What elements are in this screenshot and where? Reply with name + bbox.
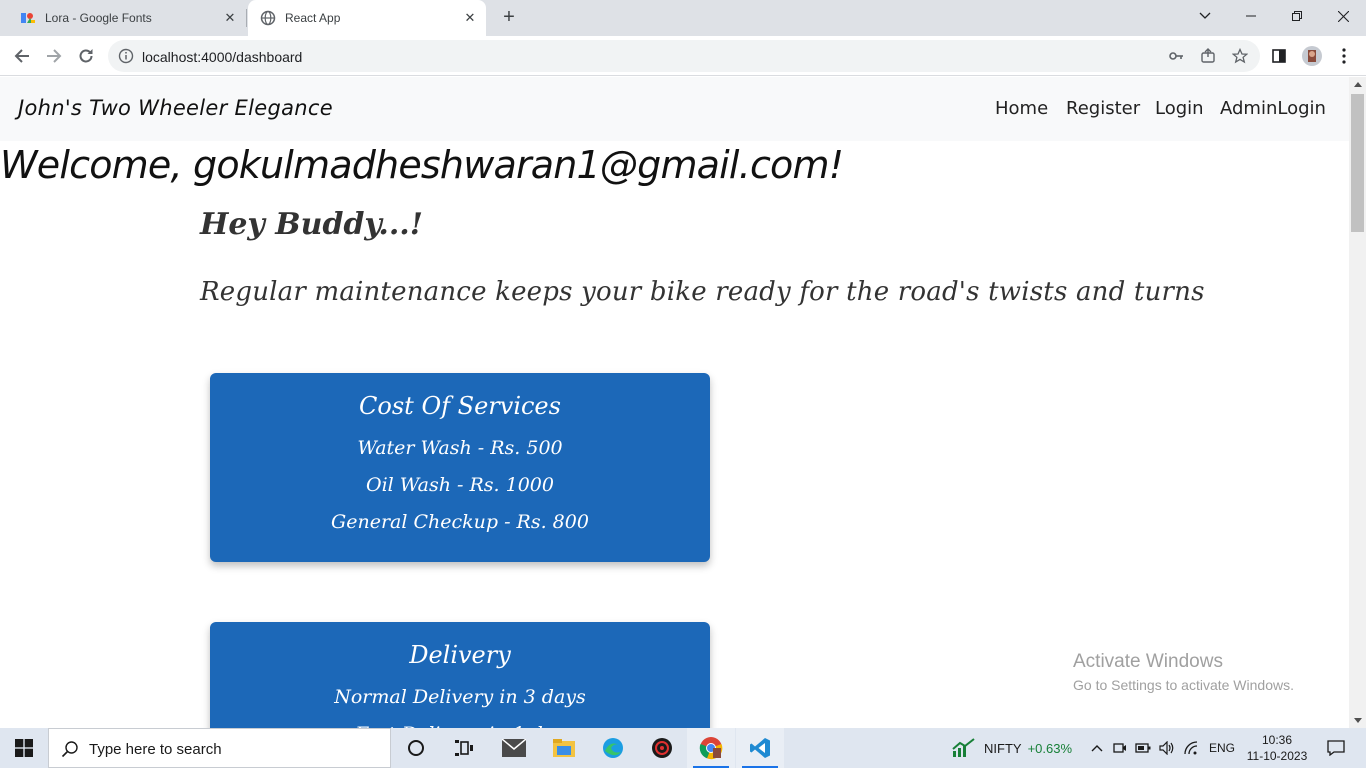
nav-link-home[interactable]: Home [995,98,1048,119]
nav-link-login[interactable]: Login [1155,98,1204,119]
greeting-heading: Hey Buddy...! [200,207,423,242]
nifty-change: +0.63% [1027,740,1073,756]
side-panel-icon[interactable] [1267,44,1291,68]
file-explorer-icon[interactable] [540,728,588,768]
profile-avatar[interactable] [1300,44,1324,68]
cortana-circle-icon[interactable] [392,728,440,768]
battery-icon[interactable] [1135,742,1151,754]
google-fonts-favicon-icon [20,10,36,26]
address-url-text: localhost:4000/dashboard [142,49,303,65]
bookmark-star-icon[interactable] [1231,47,1249,64]
browser-tab-google-fonts[interactable]: Lora - Google Fonts ✕ [8,0,246,36]
search-placeholder: Type here to search [89,741,222,758]
close-tab-icon[interactable]: ✕ [462,10,478,26]
site-brand[interactable]: John's Two Wheeler Elegance [18,96,333,120]
taskbar-search-box[interactable]: Type here to search [48,728,391,768]
delivery-card: Delivery Normal Delivery in 3 days Fast … [210,622,710,728]
nav-link-admin-login[interactable]: AdminLogin [1220,98,1326,119]
windows-start-icon[interactable] [0,728,48,768]
kebab-menu-icon[interactable] [1332,44,1356,68]
card-title: Cost Of Services [359,392,561,420]
address-bar[interactable]: localhost:4000/dashboard [108,40,1260,72]
security-app-icon[interactable] [638,728,686,768]
share-icon[interactable] [1200,48,1216,64]
scrollbar-thumb[interactable] [1351,94,1364,232]
tab-divider [246,9,247,27]
new-tab-plus-icon[interactable]: + [498,7,520,29]
stock-trend-icon [952,738,976,758]
nav-link-register[interactable]: Register [1066,98,1140,119]
minimize-icon[interactable] [1228,0,1274,32]
task-view-icon[interactable] [440,728,488,768]
mail-icon[interactable] [490,728,538,768]
tagline-text: Regular maintenance keeps your bike read… [200,277,1205,307]
watermark-subtitle: Go to Settings to activate Windows. [1073,677,1294,693]
delivery-option-line: Fast Delivery in 1 day [210,716,710,728]
nifty-label: NIFTY [984,740,1022,756]
watermark-title: Activate Windows [1073,651,1223,672]
browser-tabstrip: Lora - Google Fonts ✕ React App ✕ + [0,0,1366,36]
vscode-icon[interactable] [736,728,784,768]
search-icon [61,740,79,758]
browser-toolbar: localhost:4000/dashboard [0,36,1366,76]
language-indicator[interactable]: ENG [1209,741,1235,755]
notification-center-icon[interactable] [1312,728,1360,768]
scroll-down-arrow-icon[interactable] [1354,718,1362,723]
volume-icon[interactable] [1159,741,1175,755]
service-price-line: Oil Wash - Rs. 1000 [366,474,554,496]
page-viewport: John's Two Wheeler Elegance Home Registe… [0,77,1349,728]
site-navbar: John's Two Wheeler Elegance Home Registe… [0,77,1349,141]
service-price-line: General Checkup - Rs. 800 [331,511,589,533]
card-title: Delivery [409,641,511,669]
clock-date: 11-10-2023 [1246,749,1308,763]
close-tab-icon[interactable]: ✕ [222,10,238,26]
close-window-icon[interactable] [1320,0,1366,32]
show-hidden-icons-chevron-icon[interactable] [1091,744,1103,752]
clock-time: 10:36 [1261,733,1293,747]
key-icon[interactable] [1168,48,1184,64]
taskbar-clock[interactable]: 10:36 11-10-2023 [1246,732,1308,764]
nifty-widget[interactable]: NIFTY +0.63% [952,728,1072,768]
edge-browser-icon[interactable] [589,728,637,768]
delivery-option-line: Normal Delivery in 3 days [334,686,586,708]
meet-now-icon[interactable] [1113,741,1127,755]
reload-icon[interactable] [74,44,98,68]
welcome-heading: Welcome, gokulmadheshwaran1@gmail.com! [0,143,844,187]
service-price-line: Water Wash - Rs. 500 [357,437,563,459]
globe-icon [260,10,276,26]
cost-of-services-card: Cost Of Services Water Wash - Rs. 500 Oi… [210,373,710,562]
site-info-icon[interactable] [118,48,134,64]
forward-arrow-icon[interactable] [42,44,66,68]
scroll-up-arrow-icon[interactable] [1354,82,1362,87]
browser-tab-react-app[interactable]: React App ✕ [248,0,486,36]
chrome-browser-icon[interactable] [687,728,735,768]
back-arrow-icon[interactable] [10,44,34,68]
restore-icon[interactable] [1274,0,1320,32]
activate-windows-watermark: Activate Windows Go to Settings to activ… [1073,651,1294,693]
windows-taskbar: Type here to search NIFTY +0.63% ENG 10:… [0,728,1366,768]
page-scrollbar[interactable] [1349,77,1366,728]
browser-tab-title: React App [285,11,341,25]
wifi-icon[interactable] [1183,741,1199,755]
system-tray-icons: ENG [1091,728,1235,768]
browser-tab-title: Lora - Google Fonts [45,11,152,25]
tab-search-chevron-icon[interactable] [1182,0,1228,32]
